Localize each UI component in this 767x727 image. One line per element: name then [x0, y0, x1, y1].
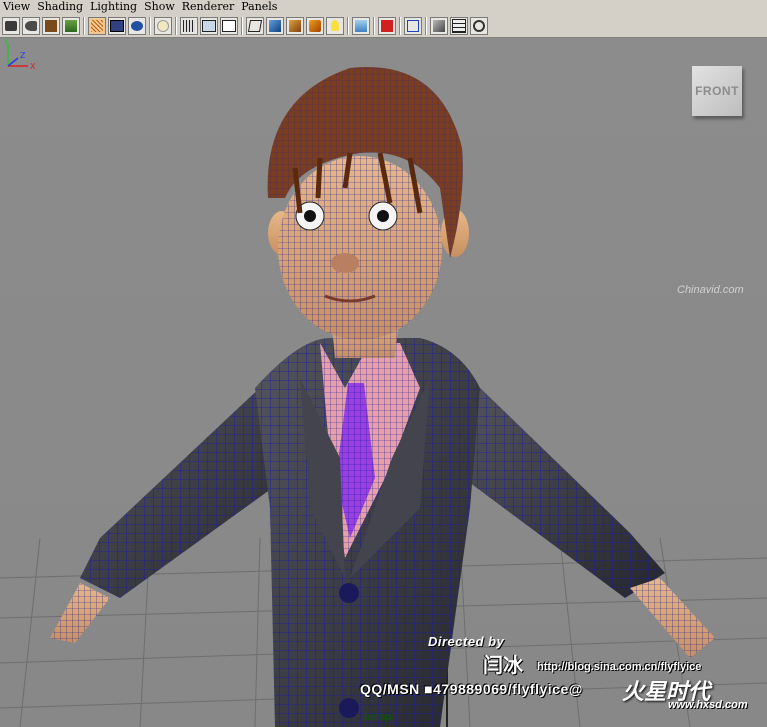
credit-directed-by: Directed by [428, 634, 505, 649]
safe-title-icon[interactable] [220, 16, 238, 35]
toolbar-divider [149, 16, 151, 35]
toolbar-divider [373, 16, 375, 35]
camera-select-icon[interactable] [2, 16, 20, 35]
credit-author: 闫冰 [483, 655, 523, 677]
viewport-menu-bar: View Shading Lighting Show Renderer Pane… [0, 0, 767, 14]
toolbar-divider [241, 16, 243, 35]
camera-attributes-icon[interactable] [22, 16, 40, 35]
menu-shading[interactable]: Shading [34, 0, 87, 14]
menu-renderer[interactable]: Renderer [179, 0, 238, 14]
smooth-shade-icon[interactable] [266, 16, 284, 35]
wireframe-on-shaded-icon[interactable] [286, 16, 304, 35]
menu-show[interactable]: Show [141, 0, 179, 14]
toolbar-divider [425, 16, 427, 35]
credit-blog-url: http://blog.sina.com.cn/flyflyice [537, 661, 702, 673]
field-chart-icon[interactable] [180, 16, 198, 35]
hxsd-site-url: www.hxsd.com [668, 699, 748, 711]
axis-y-label: Y [3, 38, 9, 46]
xray-icon[interactable] [430, 16, 448, 35]
high-quality-icon[interactable] [378, 16, 396, 35]
textured-icon[interactable] [306, 16, 324, 35]
right-arm [450, 383, 715, 658]
credit-qq-msn: QQ/MSN ■479889069/flyflyice@ [360, 681, 583, 697]
resolution-gate-icon[interactable] [128, 16, 146, 35]
axis-x-label: X [30, 62, 36, 71]
toolbar-divider [83, 16, 85, 35]
axis-z-label: Z [20, 51, 26, 60]
grid-icon[interactable] [88, 16, 106, 35]
perspective-viewport[interactable]: FRONT Chinavid.com Directed by 闫冰 http:/… [0, 38, 767, 727]
film-gate-icon[interactable] [108, 16, 126, 35]
menu-lighting[interactable]: Lighting [87, 0, 141, 14]
axis-indicator-icon: Y Z X [3, 38, 36, 71]
head [278, 156, 442, 340]
xray-joints-icon[interactable] [450, 16, 468, 35]
menu-panels[interactable]: Panels [238, 0, 281, 14]
watermark-chinavid: Chinavid.com [677, 284, 744, 296]
view-cube[interactable]: FRONT [692, 66, 742, 116]
safe-action-icon[interactable] [200, 16, 218, 35]
gate-mask-icon[interactable] [154, 16, 172, 35]
toolbar-divider [175, 16, 177, 35]
toolbar-divider [347, 16, 349, 35]
scene-render [0, 67, 767, 727]
backface-icon[interactable] [470, 16, 488, 35]
viewport-toolbar [0, 14, 767, 38]
use-lights-icon[interactable] [326, 16, 344, 35]
camera-name-label: persp [364, 711, 392, 723]
toolbar-divider [399, 16, 401, 35]
image-plane-icon[interactable] [62, 16, 80, 35]
isolate-select-icon[interactable] [404, 16, 422, 35]
torso [255, 338, 480, 727]
shadows-icon[interactable] [352, 16, 370, 35]
bookmark-icon[interactable] [42, 16, 60, 35]
wireframe-icon[interactable] [246, 16, 264, 35]
menu-view[interactable]: View [0, 0, 34, 14]
